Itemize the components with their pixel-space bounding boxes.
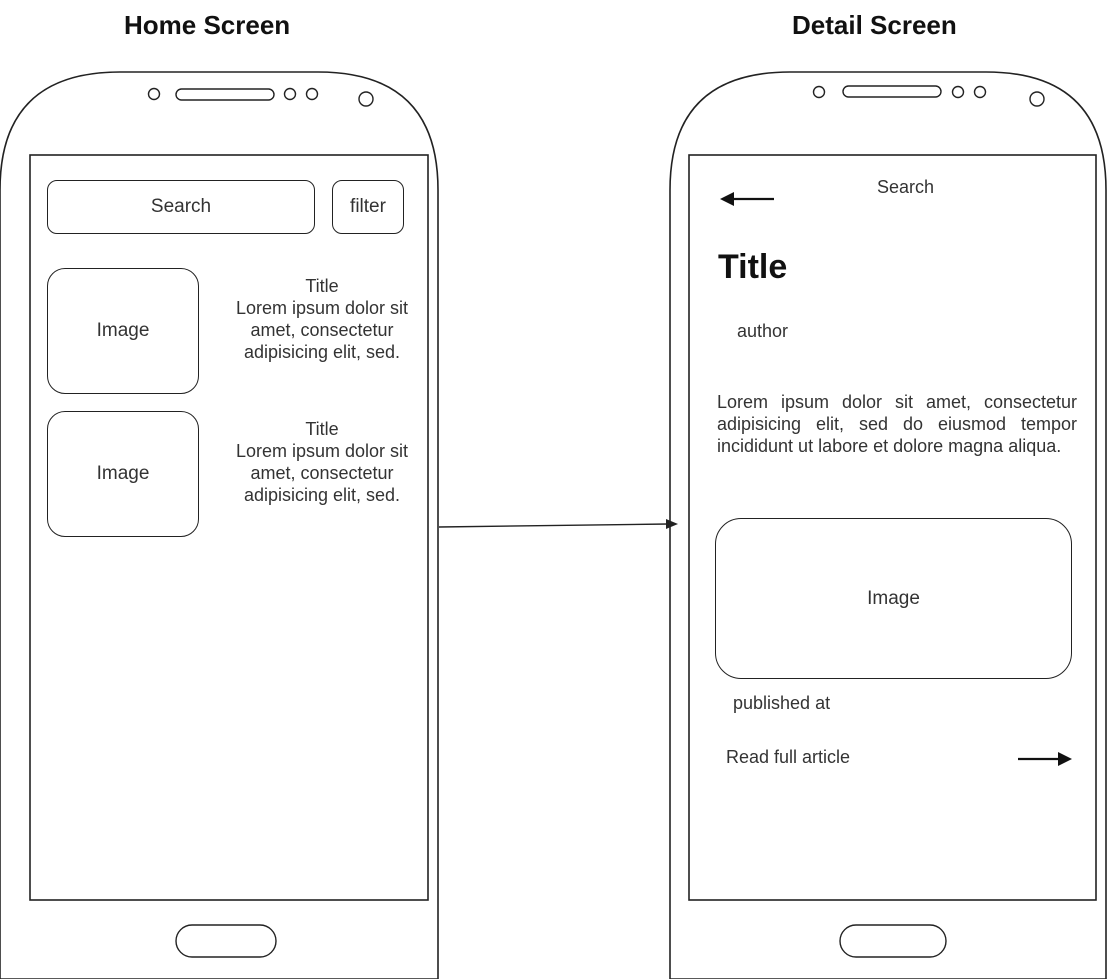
home-phone-speaker xyxy=(175,88,275,101)
detail-phone-sensor-icon xyxy=(812,85,826,99)
list-item-text[interactable]: Title Lorem ipsum dolor sit amet, consec… xyxy=(216,418,428,506)
connector-arrow-line xyxy=(438,523,669,528)
list-item-title: Title xyxy=(305,276,339,296)
search-input[interactable]: Search xyxy=(47,180,315,234)
detail-phone-sensor-icon xyxy=(973,85,987,99)
back-arrow-icon[interactable] xyxy=(718,188,776,210)
home-phone-home-button xyxy=(175,924,277,958)
article-image: Image xyxy=(715,518,1072,679)
list-item-image[interactable]: Image xyxy=(47,268,199,394)
detail-search-label[interactable]: Search xyxy=(877,177,934,198)
filter-button-label: filter xyxy=(350,196,386,217)
image-placeholder-label: Image xyxy=(96,463,150,484)
detail-phone-speaker xyxy=(842,85,942,98)
article-title: Title xyxy=(718,248,788,286)
detail-phone-home-button xyxy=(839,924,947,958)
home-phone-sensor-icon xyxy=(147,87,161,101)
connector-arrow-icon xyxy=(666,519,678,529)
detail-phone-sensor-icon xyxy=(951,85,965,99)
home-phone-sensor-icon xyxy=(305,87,319,101)
list-item-title: Title xyxy=(305,419,339,439)
image-placeholder-label: Image xyxy=(867,587,920,609)
list-item-description: Lorem ipsum dolor sit amet, consectetur … xyxy=(235,441,409,505)
article-body: Lorem ipsum dolor sit amet, consectetur … xyxy=(717,392,1077,456)
article-author: author xyxy=(737,321,789,341)
list-item-description: Lorem ipsum dolor sit amet, consectetur … xyxy=(235,298,409,362)
list-item-text[interactable]: Title Lorem ipsum dolor sit amet, consec… xyxy=(216,275,428,363)
list-item-image[interactable]: Image xyxy=(47,411,199,537)
image-placeholder-label: Image xyxy=(96,320,150,341)
forward-arrow-icon[interactable] xyxy=(1016,748,1074,770)
filter-button[interactable]: filter xyxy=(332,180,404,234)
read-full-article-link[interactable]: Read full article xyxy=(726,747,850,768)
home-phone-camera-icon xyxy=(358,91,374,107)
detail-phone-camera-icon xyxy=(1029,91,1045,107)
home-phone-sensor-icon xyxy=(283,87,297,101)
search-input-label: Search xyxy=(150,196,212,217)
published-at-label: published at xyxy=(733,693,831,713)
